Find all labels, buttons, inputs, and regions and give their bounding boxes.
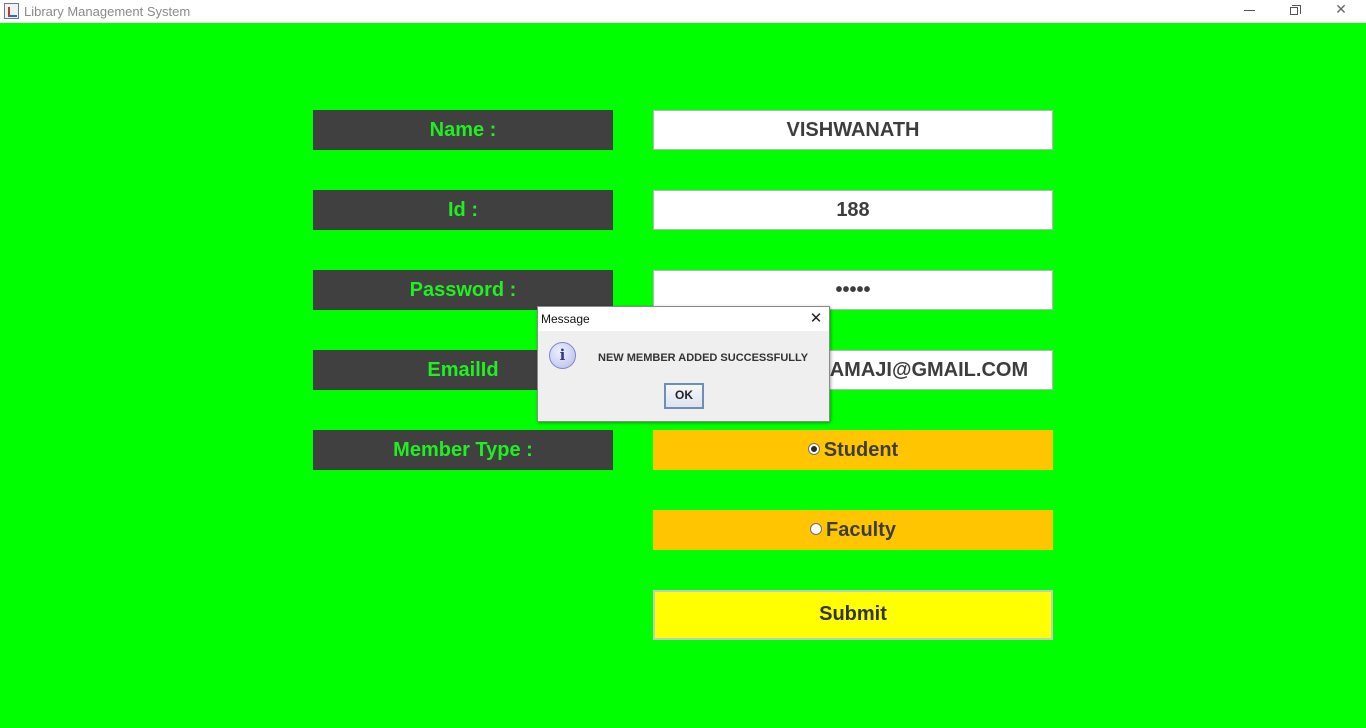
dialog-close-icon[interactable]: ✕ xyxy=(806,308,826,328)
member-type-label: Member Type : xyxy=(313,430,613,470)
id-label: Id : xyxy=(313,190,613,230)
minimize-icon xyxy=(1244,10,1255,11)
message-dialog: Message ✕ i NEW MEMBER ADDED SUCCESSFULL… xyxy=(537,306,830,422)
java-app-icon xyxy=(4,3,19,19)
faculty-radio-label: Faculty xyxy=(825,519,897,541)
info-icon: i xyxy=(549,342,576,369)
close-button[interactable]: ✕ xyxy=(1318,0,1364,22)
id-field[interactable]: 188 xyxy=(653,190,1053,230)
faculty-radio-option[interactable]: Faculty xyxy=(653,510,1053,550)
minimize-button[interactable] xyxy=(1226,0,1272,22)
student-radio-label: Student xyxy=(823,439,899,461)
name-label: Name : xyxy=(313,110,613,150)
window-title: Library Management System xyxy=(24,4,191,19)
dialog-title: Message xyxy=(541,312,590,326)
password-label: Password : xyxy=(313,270,613,310)
password-field[interactable]: ••••• xyxy=(653,270,1053,310)
close-icon: ✕ xyxy=(1335,2,1347,18)
maximize-button[interactable] xyxy=(1271,0,1317,22)
ok-button[interactable]: OK xyxy=(664,383,704,409)
submit-button[interactable]: Submit xyxy=(653,590,1053,640)
dialog-message: NEW MEMBER ADDED SUCCESSFULLY xyxy=(598,352,809,364)
restore-icon xyxy=(1290,5,1301,15)
student-radio-button[interactable] xyxy=(807,442,820,455)
student-radio-option[interactable]: Student xyxy=(653,430,1053,470)
faculty-radio-button[interactable] xyxy=(809,522,822,535)
window-titlebar: Library Management System ✕ xyxy=(0,0,1366,23)
name-field[interactable]: VISHWANATH xyxy=(653,110,1053,150)
dialog-titlebar[interactable]: Message ✕ xyxy=(538,307,829,331)
